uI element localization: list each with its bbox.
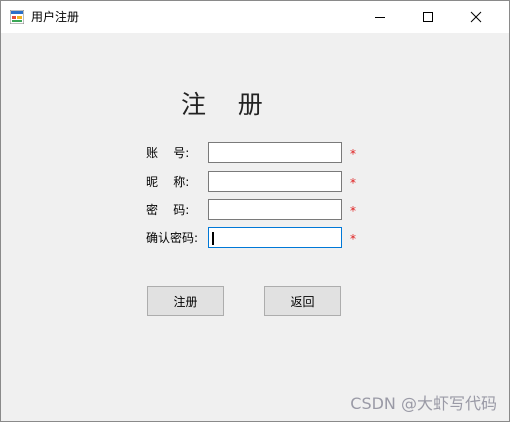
watermark-text: CSDN @大虾写代码 [350, 394, 497, 413]
close-icon [470, 11, 482, 23]
register-button[interactable]: 注册 [147, 286, 224, 316]
close-button[interactable] [453, 1, 499, 33]
back-button[interactable]: 返回 [264, 286, 341, 316]
confirm-password-input[interactable] [208, 227, 342, 248]
title-bar[interactable]: 用户注册 [1, 1, 509, 33]
confirm-password-required-mark: * [350, 232, 356, 246]
minimize-icon [375, 17, 385, 18]
maximize-button[interactable] [405, 1, 451, 33]
nickname-label: 昵 称: [146, 175, 190, 189]
account-label: 账 号: [146, 146, 190, 160]
account-required-mark: * [350, 147, 356, 161]
maximize-icon [423, 12, 433, 22]
password-label: 密 码: [146, 203, 190, 217]
account-input[interactable] [208, 142, 342, 163]
minimize-button[interactable] [357, 1, 403, 33]
window-title: 用户注册 [31, 10, 80, 24]
nickname-required-mark: * [350, 176, 356, 190]
register-window: 用户注册 注 册 账 号: * 昵 称: * 密 码: * 确认密码: * 注册… [0, 0, 510, 422]
form-heading: 注 册 [181, 90, 263, 119]
confirm-password-label: 确认密码: [146, 231, 199, 245]
password-input[interactable] [208, 199, 342, 220]
nickname-input[interactable] [208, 171, 342, 192]
windows-form-icon [10, 10, 24, 24]
password-required-mark: * [350, 204, 356, 218]
text-caret [212, 232, 214, 245]
